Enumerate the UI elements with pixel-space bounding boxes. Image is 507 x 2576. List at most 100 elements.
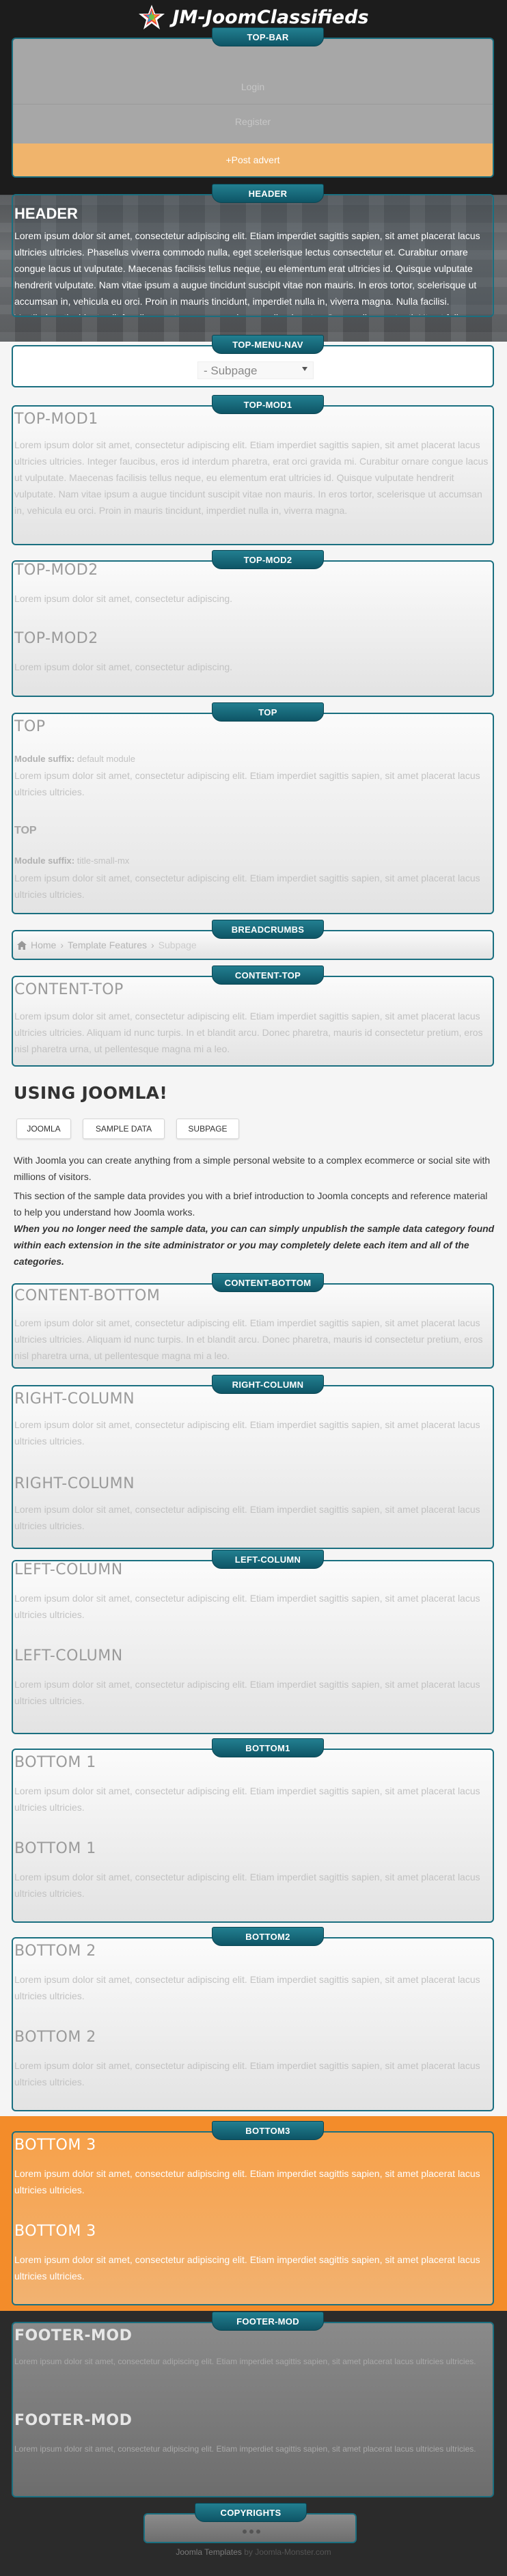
top-mod1-tag: TOP-MOD1: [212, 395, 324, 414]
module-text: Lorem ipsum dolor sit amet, consectetur …: [14, 1504, 480, 1531]
module-suffix-line: Module suffix: default module: [14, 751, 493, 767]
divider: [13, 104, 493, 105]
joomla-star-icon: [139, 5, 165, 29]
module-text: Lorem ipsum dolor sit amet, consectetur …: [14, 1419, 480, 1447]
module-title: LEFT-COLUMN: [14, 1561, 123, 1578]
module-title: CONTENT-BOTTOM: [14, 1287, 161, 1304]
tag-button-sample-data[interactable]: SAMPLE DATA: [83, 1119, 165, 1139]
module-title: TOP-MOD2: [14, 630, 98, 647]
left-column-module: LEFT-COLUMN LEFT-COLUMN Lorem ipsum dolo…: [12, 1550, 494, 1734]
module-title: BOTTOM 2: [14, 1943, 96, 1960]
article-paragraph-emphasis: When you no longer need the sample data,…: [14, 1223, 495, 1267]
module-suffix-label: Module suffix:: [14, 754, 75, 764]
tag-button-joomla[interactable]: JOOMLA: [16, 1119, 71, 1139]
joomla-templates-link[interactable]: Joomla Templates: [176, 2547, 242, 2557]
module-title: TOP-MOD1: [14, 411, 98, 428]
home-icon[interactable]: [17, 940, 27, 950]
module-title-small: TOP: [14, 825, 37, 836]
dots-decoration: [243, 2530, 260, 2534]
content-top-tag: CONTENT-TOP: [212, 965, 324, 985]
footer-mod-module: FOOTER-MOD FOOTER-MOD Lorem ipsum dolor …: [12, 2312, 494, 2497]
module-text: Lorem ipsum dolor sit amet, consectetur …: [14, 1785, 480, 1813]
module-text: Lorem ipsum dolor sit amet, consectetur …: [14, 1317, 483, 1361]
module-text: Lorem ipsum dolor sit amet, consectetur …: [14, 1011, 483, 1054]
breadcrumbs-module: BREADCRUMBS Home › Template Features › S…: [12, 920, 494, 960]
module-suffix-value: default module: [77, 754, 136, 764]
tag-button-subpage[interactable]: SUBPAGE: [176, 1119, 239, 1139]
article-paragraph: With Joomla you can create anything from…: [14, 1155, 491, 1182]
module-title: TOP-MOD2: [14, 562, 98, 579]
page-title: USING JOOMLA!: [14, 1083, 168, 1103]
module-text: Lorem ipsum dolor sit amet, consectetur …: [14, 593, 233, 604]
bottom2-module: BOTTOM2 BOTTOM 2 Lorem ipsum dolor sit a…: [12, 1927, 494, 2111]
bottom1-tag: BOTTOM1: [212, 1738, 324, 1757]
module-title: BOTTOM 3: [14, 2223, 96, 2240]
module-title: RIGHT-COLUMN: [14, 1475, 135, 1492]
bottom3-tag: BOTTOM3: [212, 2121, 324, 2140]
module-text: Lorem ipsum dolor sit amet, consectetur …: [14, 1679, 480, 1706]
top-module: TOP TOP Module suffix: default module Lo…: [12, 702, 494, 914]
menu-select[interactable]: - Subpage: [197, 361, 314, 379]
module-text: Lorem ipsum dolor sit amet, consectetur …: [14, 2060, 480, 2087]
top-bar-tag: TOP-BAR: [212, 27, 324, 46]
module-text: Lorem ipsum dolor sit amet, consectetur …: [14, 2357, 476, 2366]
article-paragraph: This section of the sample data provides…: [14, 1190, 488, 1218]
footer-mod-tag: FOOTER-MOD: [212, 2312, 324, 2331]
copyrights-module: COPYRIGHTS: [143, 2503, 357, 2543]
top-mod2-module: TOP-MOD2 TOP-MOD2 Lorem ipsum dolor sit …: [12, 550, 494, 697]
left-column-tag: LEFT-COLUMN: [212, 1550, 324, 1569]
breadcrumb-separator: ›: [150, 940, 154, 950]
module-suffix-line: Module suffix: title-small-mx: [14, 853, 493, 869]
module-text: Lorem ipsum dolor sit amet, consectetur …: [14, 1593, 480, 1620]
login-link[interactable]: Login: [13, 81, 493, 92]
breadcrumbs-tag: BREADCRUMBS: [212, 920, 324, 939]
top-mod2-tag: TOP-MOD2: [212, 550, 324, 569]
header-title: HEADER: [14, 205, 78, 222]
right-column-module: RIGHT-COLUMN RIGHT-COLUMN Lorem ipsum do…: [12, 1375, 494, 1549]
register-link[interactable]: Register: [13, 116, 493, 127]
header-tag: HEADER: [212, 184, 324, 203]
bottom1-module: BOTTOM1 BOTTOM 1 Lorem ipsum dolor sit a…: [12, 1738, 494, 1923]
module-title: BOTTOM 3: [14, 2137, 96, 2154]
header-module: HEADER HEADER Lorem ipsum dolor sit amet…: [12, 184, 494, 317]
module-text: Lorem ipsum dolor sit amet, consectetur …: [14, 2444, 476, 2454]
joomla-monster-link[interactable]: by Joomla-Monster.com: [244, 2547, 331, 2557]
right-column-tag: RIGHT-COLUMN: [212, 1375, 324, 1394]
copyright-line: Joomla Templates by Joomla-Monster.com: [0, 2547, 507, 2557]
module-text: Lorem ipsum dolor sit amet, consectetur …: [14, 439, 489, 516]
copyrights-tag: COPYRIGHTS: [195, 2503, 307, 2522]
module-text: Lorem ipsum dolor sit amet, consectetur …: [14, 1974, 480, 2001]
top-tag: TOP: [212, 702, 324, 722]
chevron-down-icon: [302, 367, 307, 371]
menu-select-value: - Subpage: [204, 364, 258, 377]
top-menu-nav-module: TOP-MENU-NAV - Subpage: [12, 335, 494, 387]
module-title: BOTTOM 2: [14, 2029, 96, 2046]
module-text: Lorem ipsum dolor sit amet, consectetur …: [14, 661, 233, 672]
breadcrumb-home-link[interactable]: Home: [31, 940, 56, 950]
breadcrumb-template-features-link[interactable]: Template Features: [68, 940, 147, 950]
module-text: Lorem ipsum dolor sit amet, consectetur …: [14, 2254, 480, 2282]
module-suffix-label: Module suffix:: [14, 855, 75, 866]
module-title: BOTTOM 1: [14, 1754, 96, 1771]
module-text: Lorem ipsum dolor sit amet, consectetur …: [14, 873, 480, 900]
module-title: RIGHT-COLUMN: [14, 1390, 135, 1408]
top-bar-module: TOP-BAR Login Register +Post advert: [12, 27, 494, 178]
module-text: Lorem ipsum dolor sit amet, consectetur …: [14, 770, 480, 797]
content-bottom-module: CONTENT-BOTTOM CONTENT-BOTTOM Lorem ipsu…: [12, 1273, 494, 1369]
site-title: JM-JoomClassifieds: [172, 6, 369, 28]
bottom2-tag: BOTTOM2: [212, 1927, 324, 1946]
content-top-module: CONTENT-TOP CONTENT-TOP Lorem ipsum dolo…: [12, 965, 494, 1067]
module-text: Lorem ipsum dolor sit amet, consectetur …: [14, 1872, 480, 1899]
top-mod1-module: TOP-MOD1 TOP-MOD1 Lorem ipsum dolor sit …: [12, 395, 494, 545]
module-title: BOTTOM 1: [14, 1840, 96, 1857]
breadcrumb: Home › Template Features › Subpage: [17, 940, 197, 950]
module-title: TOP: [14, 718, 46, 735]
module-title: FOOTER-MOD: [14, 2327, 133, 2344]
module-text: Lorem ipsum dolor sit amet, consectetur …: [14, 2168, 480, 2195]
top-menu-nav-tag: TOP-MENU-NAV: [212, 335, 324, 354]
module-title: FOOTER-MOD: [14, 2412, 133, 2429]
breadcrumb-current: Subpage: [158, 940, 197, 950]
post-advert-button[interactable]: +Post advert: [13, 143, 493, 176]
breadcrumb-separator: ›: [60, 940, 64, 950]
module-title: CONTENT-TOP: [14, 981, 124, 998]
